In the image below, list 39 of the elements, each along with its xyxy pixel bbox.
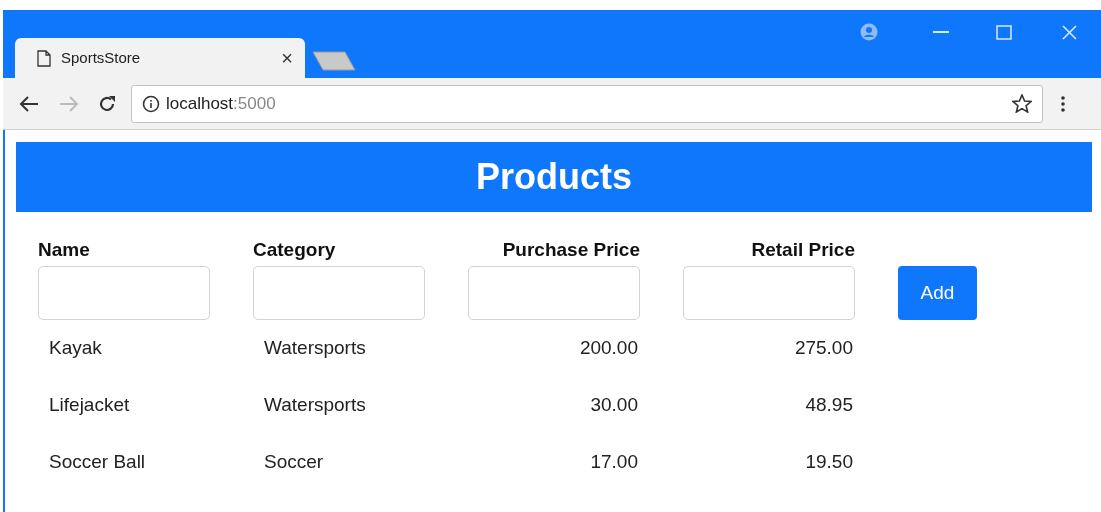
table-cell-text: Soccer Ball: [49, 450, 146, 475]
input-field[interactable]: [468, 266, 640, 320]
forward-arrow-icon[interactable]: [59, 94, 79, 113]
close-icon[interactable]: [1062, 25, 1077, 40]
column-header: Purchase Price: [502, 238, 640, 262]
column-header: Category: [253, 238, 336, 262]
table-cell-text: 275.00: [794, 336, 853, 361]
back-arrow-icon[interactable]: [19, 94, 39, 113]
account-icon[interactable]: [860, 23, 878, 41]
url-port: :5000: [233, 92, 276, 115]
url-host: localhost: [166, 92, 234, 115]
column-header: Retail Price: [751, 238, 855, 262]
input-field[interactable]: [38, 266, 210, 320]
input-field[interactable]: [683, 266, 855, 320]
table-cell-text: 30.00: [590, 393, 638, 418]
info-icon: [142, 94, 160, 113]
browser-tab[interactable]: SportsStore ×: [15, 38, 305, 78]
menu-dots-icon[interactable]: [1061, 95, 1065, 112]
table-cell-text: 19.50: [805, 450, 853, 475]
add-button[interactable]: Add: [898, 266, 977, 320]
table-cell-text: Watersports: [264, 336, 366, 361]
address-bar[interactable]: localhost:5000: [131, 84, 1043, 123]
maximize-icon[interactable]: [996, 25, 1012, 40]
column-header: Name: [38, 238, 90, 262]
reload-icon[interactable]: [97, 93, 117, 114]
table-cell-text: Watersports: [264, 393, 366, 418]
document-icon: [37, 49, 51, 67]
table-cell-text: Lifejacket: [49, 393, 130, 418]
input-field[interactable]: [253, 266, 425, 320]
table-cell-text: Kayak: [49, 336, 102, 361]
table-cell-text: Soccer: [264, 450, 324, 475]
table-cell-text: 17.00: [590, 450, 638, 475]
page-heading: Products: [16, 142, 1092, 212]
table-cell-text: 200.00: [579, 336, 638, 361]
tab-title: SportsStore: [61, 47, 141, 68]
new-tab-button[interactable]: [311, 50, 357, 72]
table-cell-text: 48.95: [805, 393, 853, 418]
bookmark-star-icon[interactable]: [1012, 94, 1032, 113]
close-tab-button[interactable]: ×: [281, 48, 293, 68]
